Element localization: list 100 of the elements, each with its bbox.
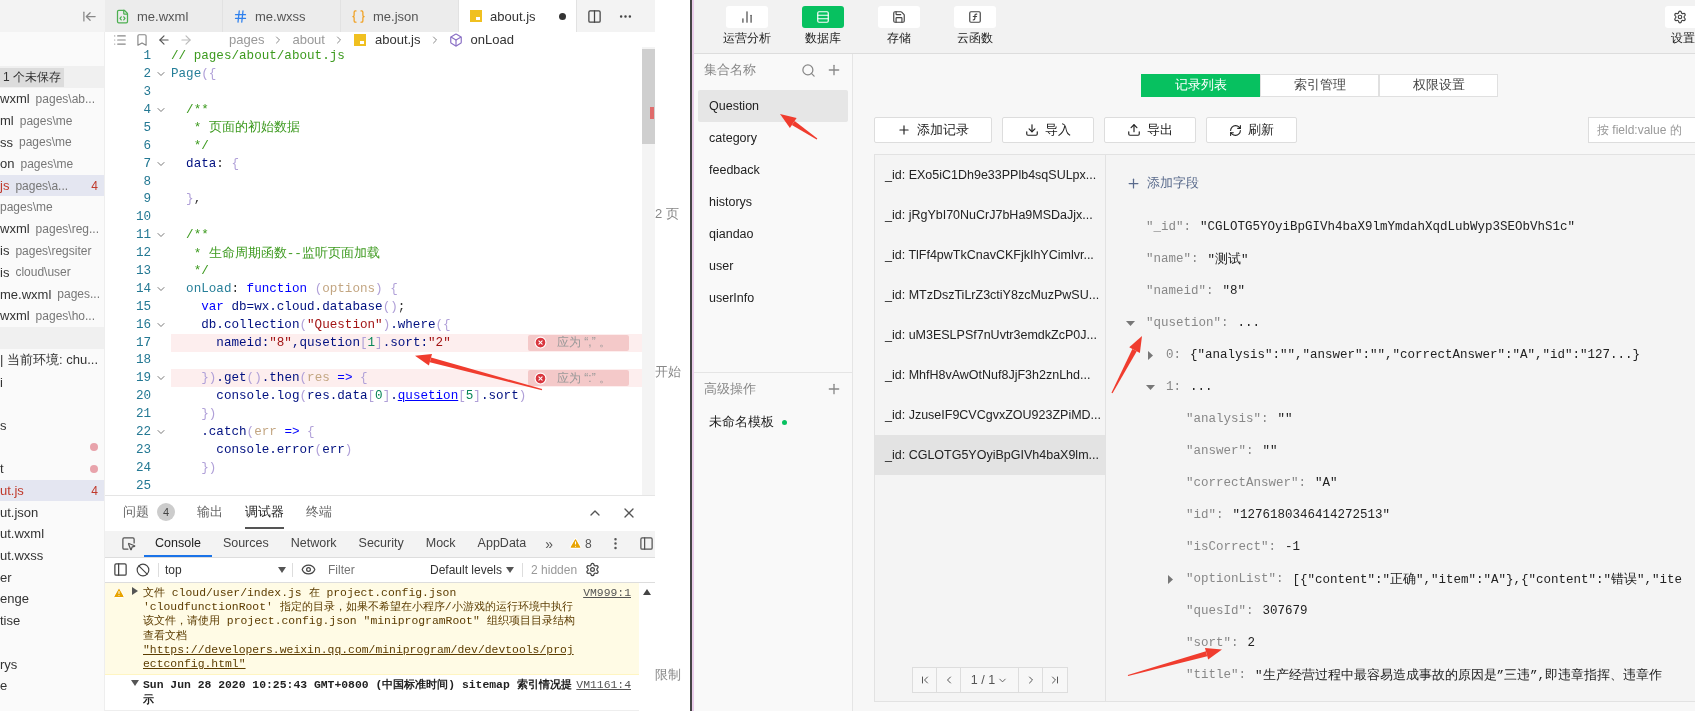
file-tree-item[interactable]: s (0, 414, 104, 437)
last-page-icon[interactable] (1049, 674, 1061, 686)
collection-item[interactable]: feedback (698, 154, 848, 186)
record-item[interactable]: _id: MhfH8vAwOtNuf8JjF3h2znLhd... (875, 355, 1105, 395)
open-editor-item[interactable]: js pages\a... 4 (0, 174, 104, 197)
file-tree-item[interactable]: er (0, 566, 104, 589)
source-link[interactable]: VM999:1 (583, 585, 631, 600)
forward-icon[interactable] (179, 32, 193, 47)
devtools-tab[interactable]: Console (144, 530, 212, 557)
context-select[interactable]: top (158, 562, 293, 577)
split-editor-icon[interactable] (587, 8, 602, 24)
editor-tab[interactable]: me.json (341, 0, 459, 32)
open-editor-item[interactable]: pages\me (0, 196, 104, 219)
open-editor-item[interactable]: ml pages\me (0, 109, 104, 132)
action-button[interactable]: 添加记录 (874, 117, 992, 143)
panel-tab[interactable]: 问题 4 (123, 497, 175, 530)
sidebar-toggle-icon[interactable] (113, 562, 128, 578)
record-item[interactable]: _id: CGLOTG5YOyiBpGIVh4baX9lm... (875, 435, 1105, 475)
toolbar-button[interactable]: 运营分析 (709, 6, 785, 46)
file-tree-item[interactable]: i (0, 371, 104, 393)
search-field[interactable]: 按 field:value 的 (1588, 117, 1695, 143)
file-tree-item[interactable]: t (0, 458, 104, 480)
devtools-tab[interactable]: Security (347, 530, 415, 557)
template-name[interactable]: 未命名模板 (709, 413, 774, 431)
clear-icon[interactable] (136, 562, 150, 577)
devtools-tab[interactable]: Network (279, 530, 348, 557)
open-editor-item[interactable]: is cloud\user (0, 261, 104, 284)
expand-triangle-icon[interactable] (1166, 574, 1175, 584)
file-tree-item[interactable]: ut.wxss (0, 544, 104, 567)
devtools-tab[interactable]: Mock (414, 530, 467, 557)
collection-item[interactable]: Question (698, 90, 848, 122)
open-editor-item[interactable]: wxml pages\reg... (0, 218, 104, 240)
file-tree-item[interactable]: | 当前环境: chu... (0, 349, 104, 372)
toolbar-button[interactable]: 存储 (861, 6, 937, 46)
bookmark-icon[interactable] (135, 32, 149, 47)
record-item[interactable]: _id: jRgYbI70NuCrJ7bHa9MSDaJjx... (875, 195, 1105, 235)
message-text: Sun Jun 28 2020 10:25:43 GMT+0800 (中国标准时间) sitemap 索引情况提示 (143, 678, 573, 707)
segment-tab[interactable]: 索引管理 (1260, 74, 1379, 97)
more-tabs-button[interactable]: » (545, 535, 554, 552)
record-item[interactable]: _id: JzuseIF9CVCgvxZOU923ZPiMD... (875, 395, 1105, 435)
action-button[interactable]: 刷新 (1206, 117, 1297, 143)
collection-item[interactable]: userInfo (698, 282, 848, 314)
add-field-button[interactable]: 添加字段 (1126, 173, 1695, 193)
search-icon[interactable] (801, 62, 816, 78)
editor-tab[interactable]: me.wxml (105, 0, 223, 32)
file-tree-item[interactable]: rys (0, 653, 104, 675)
add-icon[interactable] (826, 62, 842, 78)
collection-item[interactable]: qiandao (698, 218, 848, 250)
code-line: * 生命周期函数--监听页面加载 (192, 245, 381, 263)
toolbar-button[interactable]: 数据库 (785, 6, 861, 46)
eye-icon[interactable] (301, 562, 316, 578)
scrollbar[interactable] (642, 47, 655, 495)
expand-triangle-icon[interactable] (1146, 350, 1155, 360)
collection-item[interactable]: user (698, 250, 848, 282)
settings-icon[interactable] (585, 562, 601, 578)
record-item[interactable]: _id: EXo5iC1Dh9e33PPlb4sqSULpx... (875, 155, 1105, 195)
record-item[interactable]: _id: uM3ESLPSf7nUvtr3emdkZcP0J... (875, 315, 1105, 355)
code-line: /** (185, 227, 210, 245)
editor-tab[interactable]: about.js (459, 0, 577, 32)
panel-tab[interactable]: 输出 (197, 497, 223, 529)
open-editor-item[interactable]: me.wxml pages... (0, 283, 104, 305)
doc-link[interactable]: "https://developers.weixin.qq.com/miniprogram/dev/devtools/projectconfig.html" (143, 642, 580, 672)
open-editor-item[interactable]: wxml pages\ab... (0, 88, 104, 110)
collection-item[interactable]: category (698, 122, 848, 154)
back-icon[interactable] (157, 32, 171, 47)
panel-tab[interactable]: 终端 (306, 497, 332, 529)
action-button[interactable]: 导出 (1104, 117, 1196, 143)
file-tree-item[interactable]: tise (0, 609, 104, 632)
segment-tab[interactable]: 权限设置 (1379, 74, 1498, 97)
collapse-triangle-icon[interactable] (1146, 382, 1155, 392)
record-item[interactable]: _id: MTzDszTiLrZ3ctiY8zcMuzPwSU... (875, 275, 1105, 315)
devtools-tab[interactable]: AppData (466, 530, 538, 557)
file-tree-item[interactable]: e (0, 674, 104, 697)
open-editor-item[interactable]: ss pages\me (0, 131, 104, 154)
outline-icon[interactable] (113, 32, 127, 47)
dock-icon[interactable] (638, 536, 654, 552)
open-editor-item[interactable]: wxml pages\ho... (0, 304, 104, 327)
levels-dropdown[interactable]: Default levels (430, 562, 524, 577)
action-button[interactable]: 导入 (1002, 117, 1094, 143)
toolbar-button[interactable]: 云函数 (937, 6, 1013, 46)
open-editor-item[interactable]: on pages\me (0, 153, 104, 175)
open-editor-item[interactable]: is pages\regsiter (0, 239, 104, 262)
source-link[interactable]: VM1161:4 (576, 678, 631, 693)
collapse-triangle-icon[interactable] (1126, 318, 1135, 328)
file-tree-item[interactable]: ut.js 4 (0, 479, 104, 502)
record-item[interactable]: _id: TlFf4pwTkCnavCKFjkIhYCimlvr... (875, 235, 1105, 275)
file-tree-item[interactable]: ut.json (0, 501, 104, 524)
devtools-tab[interactable]: Sources (211, 530, 280, 557)
file-tree-item[interactable]: ut.wxml (0, 523, 104, 545)
collection-item[interactable]: historys (698, 186, 848, 218)
panel-tab[interactable]: 调试器 (245, 497, 284, 529)
line-number: 6 (142, 138, 151, 153)
breadcrumb-item[interactable]: about.js (374, 32, 421, 48)
breadcrumb-item[interactable]: onLoad (470, 32, 514, 48)
code-line: Page({ (171, 66, 218, 84)
add-icon[interactable] (826, 381, 842, 397)
scroll-up-icon[interactable] (643, 588, 651, 595)
file-tree-item[interactable]: enge (0, 588, 104, 610)
inspect-icon[interactable] (121, 536, 136, 552)
editor-tab[interactable]: me.wxss (223, 0, 341, 32)
